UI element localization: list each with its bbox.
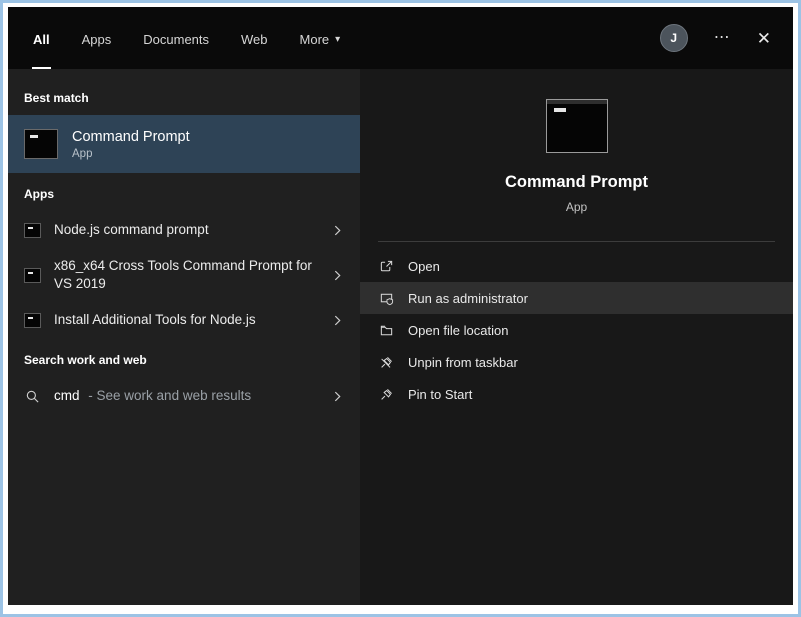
open-file-location-icon <box>378 322 394 338</box>
result-title: Install Additional Tools for Node.js <box>54 311 313 329</box>
tab-all[interactable]: All <box>32 8 51 69</box>
chevron-right-icon[interactable] <box>326 219 348 241</box>
command-prompt-icon <box>24 129 58 159</box>
search-filter-tabs: All Apps Documents Web More ▾ <box>32 7 341 69</box>
chevron-right-icon[interactable] <box>326 264 348 286</box>
result-nodejs-command-prompt[interactable]: Node.js command prompt <box>8 211 360 249</box>
search-window-frame: All Apps Documents Web More ▾ J ⋯ ✕ Best… <box>0 0 801 617</box>
action-pin-to-start[interactable]: Pin to Start <box>360 378 793 410</box>
tab-apps[interactable]: Apps <box>81 8 113 69</box>
best-match-text: Command Prompt App <box>72 129 190 160</box>
tab-more[interactable]: More ▾ <box>299 8 342 69</box>
user-avatar[interactable]: J <box>660 24 688 52</box>
search-topbar: All Apps Documents Web More ▾ J ⋯ ✕ <box>8 7 793 69</box>
result-title: x86_x64 Cross Tools Command Prompt for V… <box>54 257 313 293</box>
close-icon[interactable]: ✕ <box>757 30 771 47</box>
action-label: Unpin from taskbar <box>408 355 518 370</box>
search-body: Best match Command Prompt App Apps Node.… <box>8 69 793 605</box>
action-run-as-administrator[interactable]: Run as administrator <box>360 282 793 314</box>
command-prompt-icon <box>24 268 41 283</box>
tab-documents[interactable]: Documents <box>142 8 210 69</box>
run-as-admin-icon <box>378 290 394 306</box>
action-label: Open file location <box>408 323 508 338</box>
command-prompt-icon-large <box>546 99 608 153</box>
results-column: Best match Command Prompt App Apps Node.… <box>8 69 360 605</box>
action-open[interactable]: Open <box>360 250 793 282</box>
search-query: cmd <box>54 388 80 403</box>
best-match-header: Best match <box>8 77 360 115</box>
result-web-search-cmd[interactable]: cmd - See work and web results <box>8 377 360 415</box>
caret-down-icon: ▾ <box>335 34 340 45</box>
section-best-match: Best match Command Prompt App <box>8 77 360 173</box>
action-label: Run as administrator <box>408 291 528 306</box>
section-search-work-and-web: Search work and web cmd - See work and w… <box>8 339 360 415</box>
preview-app-subtitle: App <box>566 200 587 214</box>
result-install-additional-tools[interactable]: Install Additional Tools for Node.js <box>8 301 360 339</box>
action-open-file-location[interactable]: Open file location <box>360 314 793 346</box>
action-label: Open <box>408 259 440 274</box>
pin-icon <box>378 386 394 402</box>
result-subtitle: App <box>72 148 190 160</box>
best-match-result[interactable]: Command Prompt App <box>8 115 360 173</box>
section-apps: Apps Node.js command prompt x86_x64 Cros… <box>8 173 360 339</box>
open-icon <box>378 258 394 274</box>
unpin-icon <box>378 354 394 370</box>
search-suffix: - See work and web results <box>88 388 251 403</box>
detail-column: Command Prompt App Open <box>360 69 793 605</box>
topbar-controls: J ⋯ ✕ <box>660 24 771 52</box>
tab-web[interactable]: Web <box>240 8 269 69</box>
chevron-right-icon[interactable] <box>326 309 348 331</box>
chevron-right-icon[interactable] <box>326 385 348 407</box>
app-preview: Command Prompt App <box>360 69 793 214</box>
result-x86-x64-cross-tools[interactable]: x86_x64 Cross Tools Command Prompt for V… <box>8 249 360 301</box>
divider <box>378 241 775 242</box>
action-unpin-from-taskbar[interactable]: Unpin from taskbar <box>360 346 793 378</box>
tab-more-label: More <box>300 32 330 47</box>
search-work-web-header: Search work and web <box>8 339 360 377</box>
windows-search-panel: All Apps Documents Web More ▾ J ⋯ ✕ Best… <box>8 7 793 605</box>
result-title: Node.js command prompt <box>54 221 313 239</box>
apps-header: Apps <box>8 173 360 211</box>
command-prompt-icon <box>24 223 41 238</box>
search-icon <box>24 389 41 404</box>
result-title: Command Prompt <box>72 129 190 145</box>
web-search-text: cmd - See work and web results <box>54 387 313 405</box>
preview-app-title: Command Prompt <box>505 173 648 192</box>
action-label: Pin to Start <box>408 387 472 402</box>
action-list: Open Run as administrator Open file loca… <box>360 250 793 410</box>
more-options-icon[interactable]: ⋯ <box>714 30 731 46</box>
command-prompt-icon <box>24 313 41 328</box>
